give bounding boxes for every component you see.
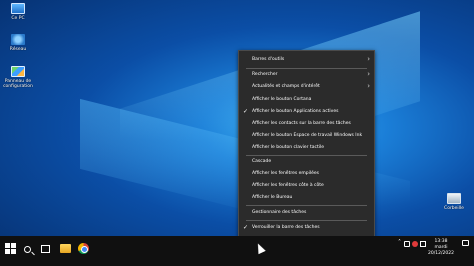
menu-separator (246, 220, 367, 221)
chevron-right-icon: › (367, 70, 370, 78)
desktop-icon-label: Ce PC (11, 16, 25, 21)
menu-item-label: Afficher les fenêtres empilées (252, 171, 320, 176)
taskbar[interactable] (0, 236, 474, 266)
menu-item-show-cortana[interactable]: Afficher le bouton Cortana (239, 95, 374, 105)
menu-item-toolbars[interactable]: Barres d'outils › (239, 55, 374, 65)
menu-item-label: Actualités et champs d'intérêt (252, 84, 320, 89)
menu-item-show-task-view[interactable]: ✓ Afficher le bouton Applications active… (239, 107, 374, 117)
menu-item-side-by-side[interactable]: Afficher les fenêtres côte à côte (239, 181, 374, 191)
menu-item-label: Gestionnaire des tâches (252, 210, 307, 215)
menu-item-cascade[interactable]: Cascade (239, 157, 374, 167)
checkmark-icon: ✓ (243, 108, 249, 115)
volume-muted-icon[interactable] (412, 241, 418, 247)
menu-item-label: Cascade (252, 159, 272, 164)
menu-item-lock-taskbar[interactable]: ✓ Verrouiller la barre des tâches (239, 223, 374, 233)
menu-item-show-windows-ink[interactable]: Afficher le bouton Espace de travail Win… (239, 131, 374, 141)
task-view-icon[interactable] (41, 245, 50, 253)
menu-item-show-touch-keyboard[interactable]: Afficher le bouton clavier tactile (239, 143, 374, 153)
start-icon[interactable] (5, 243, 17, 255)
chevron-right-icon: › (367, 82, 370, 90)
notification-icon[interactable] (462, 240, 469, 246)
menu-item-stacked-windows[interactable]: Afficher les fenêtres empilées (239, 169, 374, 179)
network-icon (11, 34, 25, 45)
desktop-icon-label: Corbeille (444, 206, 464, 211)
menu-item-show-contacts[interactable]: Afficher les contacts sur la barre des t… (239, 119, 374, 129)
file-explorer-icon[interactable] (60, 244, 71, 253)
clock-date: 20/12/2022 (428, 251, 454, 256)
chevron-up-icon[interactable]: ˄ (398, 239, 401, 246)
menu-item-news-interests[interactable]: Actualités et champs d'intérêt › (239, 82, 374, 92)
menu-item-label: Afficher le bouton Applications actives (252, 109, 339, 114)
menu-item-label: Afficher le bouton Espace de travail Win… (252, 133, 363, 138)
menu-item-label: Afficher les contacts sur la barre des t… (252, 121, 351, 126)
desktop-icon-label: Réseau (9, 47, 27, 52)
menu-item-label: Afficher le bouton Cortana (252, 97, 312, 102)
computer-icon (11, 3, 25, 14)
clock[interactable]: 13:38 mardi 20/12/2022 (428, 239, 454, 257)
chrome-icon[interactable] (78, 243, 89, 254)
menu-item-label: Afficher le Bureau (252, 195, 293, 200)
menu-item-label: Afficher les fenêtres côte à côte (252, 183, 324, 188)
taskbar-context-menu: Barres d'outils › Rechercher › Actualité… (238, 50, 375, 246)
menu-separator (246, 205, 367, 206)
desktop-icon-control-panel[interactable]: Panneau de configuration (3, 66, 33, 89)
desktop-icon-recycle-bin[interactable]: Corbeille (439, 193, 469, 211)
recycle-bin-icon (447, 193, 461, 204)
menu-item-search[interactable]: Rechercher › (239, 70, 374, 80)
menu-item-label: Rechercher (252, 72, 278, 77)
menu-item-label: Afficher le bouton clavier tactile (252, 145, 324, 150)
menu-item-show-desktop[interactable]: Afficher le Bureau (239, 193, 374, 203)
menu-item-label: Barres d'outils (252, 57, 285, 62)
menu-item-task-manager[interactable]: Gestionnaire des tâches (239, 208, 374, 218)
desktop-icon-network[interactable]: Réseau (3, 34, 33, 52)
network-icon[interactable] (404, 241, 410, 247)
menu-item-label: Verrouiller la barre des tâches (252, 225, 320, 230)
battery-icon[interactable] (420, 241, 426, 247)
menu-separator (246, 68, 367, 69)
chevron-right-icon: › (367, 55, 370, 63)
checkmark-icon: ✓ (243, 224, 249, 231)
desktop-icon-label: Panneau de configuration (3, 79, 33, 89)
control-panel-icon (11, 66, 25, 77)
search-icon[interactable] (24, 246, 31, 253)
desktop-icon-this-pc[interactable]: Ce PC (3, 3, 33, 21)
menu-separator (246, 155, 367, 156)
